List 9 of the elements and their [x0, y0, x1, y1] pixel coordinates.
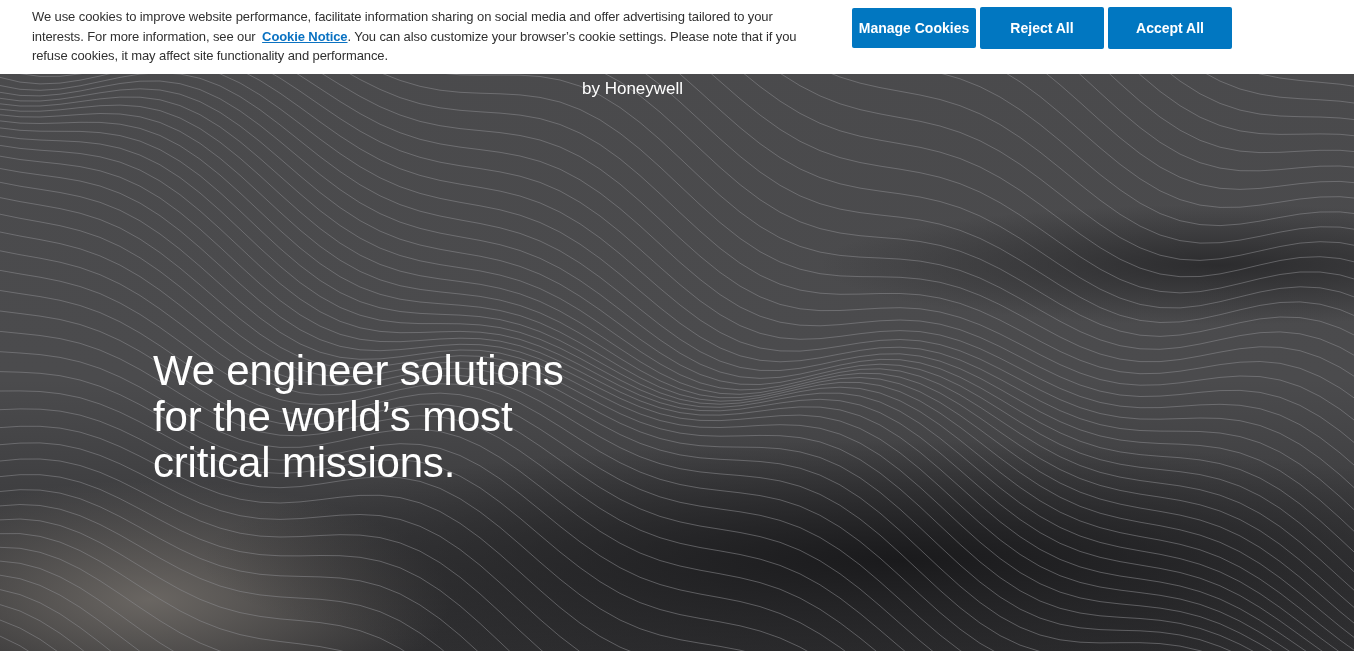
cookie-notice-link[interactable]: Cookie Notice [262, 28, 348, 44]
reject-all-button[interactable]: Reject All [980, 7, 1104, 49]
cookie-notice-text: We use cookies to improve website performance, facilitate information sharing on social media and offer advertising tailored to your interests. For more information, see our Cookie Notice. You can also customize your browser’s cookie settings. Please note that if you refuse cookies, it may affect site functionality and performance. [32, 8, 798, 65]
hero-headline: for the world’s most [153, 394, 513, 440]
brand-tagline: by Honeywell [582, 78, 684, 100]
manage-cookies-button[interactable]: Manage Cookies [852, 8, 976, 48]
hero-headline: We engineer solutions [153, 348, 564, 394]
hero-headline: critical missions. [153, 440, 456, 486]
accept-all-button[interactable]: Accept All [1108, 7, 1232, 49]
